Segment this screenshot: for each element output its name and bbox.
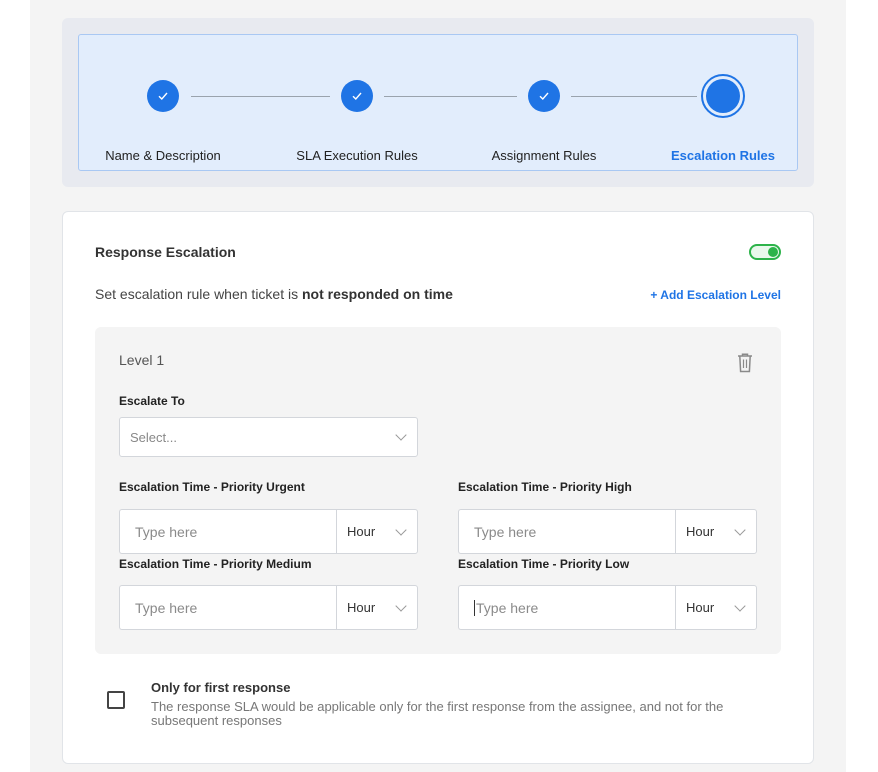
escalate-to-label: Escalate To <box>119 394 185 408</box>
step-connector <box>384 96 517 97</box>
step-3-completed[interactable] <box>528 80 560 112</box>
high-time-input[interactable]: Type here <box>458 509 675 554</box>
trash-icon[interactable] <box>737 353 753 373</box>
unit-value: Hour <box>686 524 715 539</box>
check-icon <box>158 92 168 101</box>
step-label: Assignment Rules <box>491 148 597 163</box>
urgent-time-input[interactable]: Type here <box>119 509 336 554</box>
select-placeholder: Select... <box>130 429 177 445</box>
medium-time-input[interactable]: Type here <box>119 585 336 630</box>
stepper-container: Name & Description SLA Execution Rules A… <box>62 18 814 187</box>
progress-stepper: Name & Description SLA Execution Rules A… <box>78 34 798 171</box>
high-time-label: Escalation Time - Priority High <box>458 480 632 494</box>
urgent-time-label: Escalation Time - Priority Urgent <box>119 480 305 494</box>
high-unit-select[interactable]: Hour <box>675 509 757 554</box>
chevron-down-icon <box>734 523 746 536</box>
check-icon <box>539 92 549 101</box>
unit-value: Hour <box>686 600 715 615</box>
low-time-label: Escalation Time - Priority Low <box>458 557 630 571</box>
step-2-completed[interactable] <box>341 80 373 112</box>
chevron-down-icon <box>734 599 746 612</box>
first-response-title: Only for first response <box>151 680 291 695</box>
high-time-group: Type here Hour <box>458 509 757 554</box>
description-text: Set escalation rule when ticket is <box>95 286 299 302</box>
low-time-input[interactable]: Type here <box>458 585 675 630</box>
escalation-level-panel: Level 1 Escalate To Select... Escalation… <box>95 327 781 654</box>
escalation-description: Set escalation rule when ticket is not r… <box>95 286 453 302</box>
step-4-current[interactable] <box>701 74 745 118</box>
step-connector <box>191 96 330 97</box>
section-title: Response Escalation <box>95 244 236 260</box>
check-icon <box>352 92 362 101</box>
step-label: SLA Execution Rules <box>296 148 418 163</box>
first-response-checkbox[interactable] <box>107 691 125 709</box>
input-placeholder: Type here <box>476 599 539 616</box>
urgent-unit-select[interactable]: Hour <box>336 509 418 554</box>
chevron-down-icon <box>395 599 407 612</box>
medium-time-label: Escalation Time - Priority Medium <box>119 557 312 571</box>
step-connector <box>571 96 697 97</box>
low-unit-select[interactable]: Hour <box>675 585 757 630</box>
unit-value: Hour <box>347 524 376 539</box>
medium-unit-select[interactable]: Hour <box>336 585 418 630</box>
low-time-group: Type here Hour <box>458 585 757 630</box>
escalation-toggle[interactable] <box>749 244 781 260</box>
chevron-down-icon <box>395 523 407 536</box>
step-label-active: Escalation Rules <box>670 148 776 163</box>
escalation-card: Response Escalation Set escalation rule … <box>62 211 814 764</box>
step-1-completed[interactable] <box>147 80 179 112</box>
chevron-down-icon <box>395 429 407 441</box>
add-escalation-level-link[interactable]: + Add Escalation Level <box>650 288 781 302</box>
text-caret <box>474 599 475 616</box>
escalate-to-select[interactable]: Select... <box>119 417 418 457</box>
first-response-description: The response SLA would be applicable onl… <box>151 699 724 728</box>
step-label: Name & Description <box>105 148 221 163</box>
medium-time-group: Type here Hour <box>119 585 418 630</box>
urgent-time-group: Type here Hour <box>119 509 418 554</box>
unit-value: Hour <box>347 600 376 615</box>
description-emphasis: not responded on time <box>302 286 453 302</box>
level-title: Level 1 <box>119 352 165 368</box>
